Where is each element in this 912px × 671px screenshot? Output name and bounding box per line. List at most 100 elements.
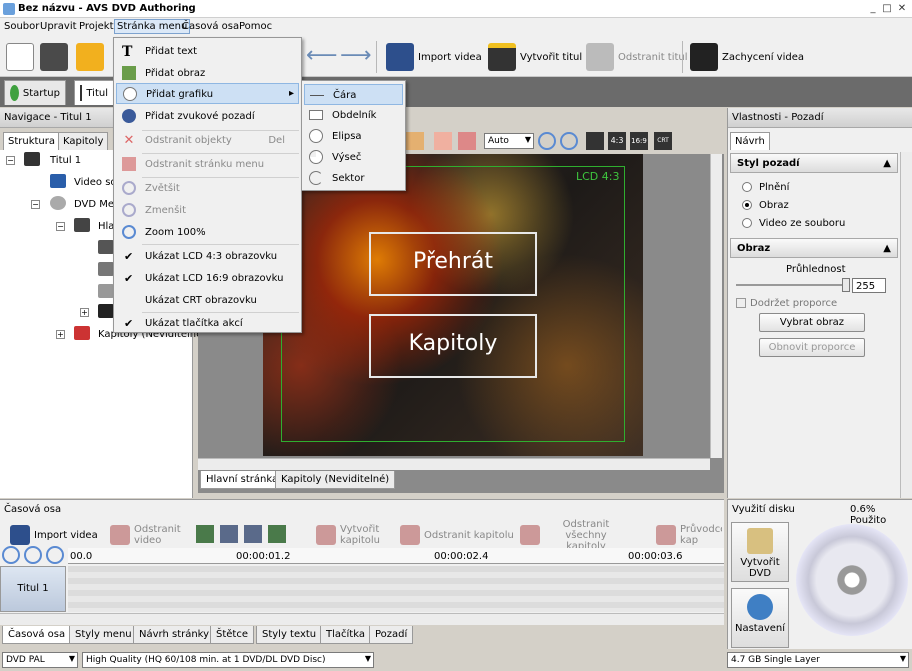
tab-backgrounds[interactable]: Pozadí [369,626,414,644]
chapters-menu-button[interactable]: Kapitoly [369,314,537,378]
tab-navrh[interactable]: Návrh [730,132,770,150]
menu-pomoc[interactable]: Pomoc [239,21,272,32]
menu-item-add-sound[interactable]: Přidat zvukové pozadí [116,106,299,127]
tab-main-page[interactable]: Hlavní stránka [200,471,285,489]
transparency-slider-thumb[interactable] [842,278,850,292]
settings-button[interactable]: Nastavení [731,588,789,648]
disc-type-select[interactable]: 4.7 GB Single Layer ▼ [727,652,909,668]
restore-proportions-button[interactable]: Obnovit proporce [759,338,865,357]
undo-button[interactable]: ⟵ [306,41,338,73]
tab-buttons[interactable]: Tlačítka [320,626,371,644]
next-chapter-icon[interactable] [268,525,286,543]
tab-chapters-page[interactable]: Kapitoly (Neviditelné) [275,471,396,489]
create-title-button[interactable]: Vytvořit titul [488,41,582,73]
menu-item-zoom-out[interactable]: Zmenšit [116,200,299,221]
redo-button[interactable]: ⟶ [340,41,372,73]
properties-vscroll[interactable] [900,152,912,498]
tl-create-chapter-button[interactable]: Vytvořit kapitolu [316,522,386,548]
zoom-select[interactable]: Auto ▼ [484,133,534,149]
close-button[interactable]: ✕ [895,2,909,15]
tl-delete-chapter-button[interactable]: Odstranit kapitolu [400,522,514,548]
safe-zone-icon[interactable] [586,132,604,150]
tl-delete-video-button[interactable]: Odstranit video [110,522,181,548]
zoom-out-icon[interactable] [560,132,578,150]
tree-item-title1[interactable]: Titul 1 [50,155,81,166]
tab-kapitoly[interactable]: Kapitoly [58,132,109,150]
minimize-button[interactable]: _ [866,2,880,15]
delete-title-button[interactable]: Odstranit titul [586,41,688,73]
menu-canvas[interactable]: LCD 4:3 Přehrát Kapitoly [263,154,643,456]
menu-soubor[interactable]: Soubor [4,21,39,32]
radio-fill[interactable] [742,182,752,192]
format-select[interactable]: DVD PAL ▼ [2,652,78,668]
background-style-section[interactable]: Styl pozadí ▲ [730,153,898,173]
timeline-hscroll[interactable] [0,613,724,625]
aspect-16-9-button[interactable]: 16:9 [630,132,648,150]
tl-chapter-wizard-button[interactable]: Průvodce kap [656,522,722,548]
tab-timeline[interactable]: Časová osa [2,626,72,644]
save-button[interactable] [40,41,72,73]
create-dvd-button[interactable]: Vytvořit DVD [731,522,789,582]
submenu-item-rectangle[interactable]: Obdelník [304,105,403,126]
menu-item-zoom-100[interactable]: Zoom 100% [116,222,299,243]
prev-chapter-icon[interactable] [196,525,214,543]
maximize-button[interactable]: □ [880,2,894,15]
import-video-button[interactable]: Import videa [386,41,482,73]
menu-item-show-lcd-169[interactable]: ✔ Ukázat LCD 16:9 obrazovku [116,268,299,289]
crt-button[interactable]: CRT [654,132,672,150]
forward-icon[interactable] [244,525,262,543]
tab-menu-styles[interactable]: Styly menu [69,626,138,644]
aspect-4-3-button[interactable]: 4:3 [608,132,626,150]
menu-item-add-graphics[interactable]: Přidat grafiku ▸ [116,83,299,104]
tl-zoom-out-icon[interactable] [24,546,42,564]
menu-upravit[interactable]: Upravit [40,21,77,32]
menu-item-show-lcd-43[interactable]: ✔ Ukázat LCD 4:3 obrazovku [116,246,299,267]
menu-item-add-image[interactable]: Přidat obraz [116,63,299,84]
transparency-input[interactable]: 255 [852,278,886,293]
tree-collapse-toggle[interactable]: − [31,200,40,209]
menu-item-delete-objects[interactable]: ✕ Odstranit objekty Del [116,130,299,151]
send-back-icon[interactable] [458,132,476,150]
submenu-item-pie[interactable]: Výseč [304,147,403,168]
tree-expand-toggle[interactable]: + [80,308,89,317]
canvas-hscroll[interactable] [198,458,710,470]
tree-collapse-toggle[interactable]: − [6,156,15,165]
image-section[interactable]: Obraz ▲ [730,238,898,258]
zoom-in-icon[interactable] [538,132,556,150]
canvas-vscroll[interactable] [710,128,722,458]
transparency-slider-track[interactable] [736,284,846,286]
tl-delete-all-chapters-button[interactable]: Odstranit všechny kapitoly [520,519,630,552]
radio-video-file[interactable] [742,218,752,228]
tl-zoom-in-icon[interactable] [2,546,20,564]
tree-item-main-page[interactable]: Hla [98,221,114,232]
play-menu-button[interactable]: Přehrát [369,232,537,296]
menu-item-add-text[interactable]: T Přidat text [116,41,299,62]
tab-title[interactable]: Titul [74,80,114,105]
capture-video-button[interactable]: Zachycení videa [690,41,804,73]
tab-startup[interactable]: Startup [4,80,66,105]
paste-icon[interactable] [406,132,424,150]
tl-import-video-button[interactable]: Import videa [10,522,98,548]
bring-front-icon[interactable] [434,132,452,150]
tab-page-design[interactable]: Návrh stránky [133,626,216,644]
menu-item-zoom-in[interactable]: Zvětšit [116,178,299,199]
rewind-icon[interactable] [220,525,238,543]
submenu-item-sector[interactable]: Sektor [304,168,403,189]
keep-proportions-checkbox[interactable] [736,298,746,308]
timeline-track[interactable] [68,566,724,612]
menu-item-show-crt[interactable]: Ukázat CRT obrazovku [116,290,299,311]
submenu-item-line[interactable]: Čára [304,84,403,105]
quality-select[interactable]: High Quality (HQ 60/108 min. at 1 DVD/DL… [82,652,374,668]
open-button[interactable] [76,41,108,73]
tab-brushes[interactable]: Štětce [210,626,254,644]
menu-stranka-menu[interactable]: Stránka menu [114,19,191,34]
tree-collapse-toggle[interactable]: − [56,222,65,231]
menu-projekt[interactable]: Projekt [79,21,114,32]
tl-zoom-fit-icon[interactable] [46,546,64,564]
tree-expand-toggle[interactable]: + [56,330,65,339]
tab-text-styles[interactable]: Styly textu [256,626,323,644]
track-label[interactable]: Titul 1 [0,566,66,612]
menu-casova-osa[interactable]: Časová osa [182,21,239,32]
submenu-item-ellipse[interactable]: Elipsa [304,126,403,147]
new-project-button[interactable] [6,41,38,73]
